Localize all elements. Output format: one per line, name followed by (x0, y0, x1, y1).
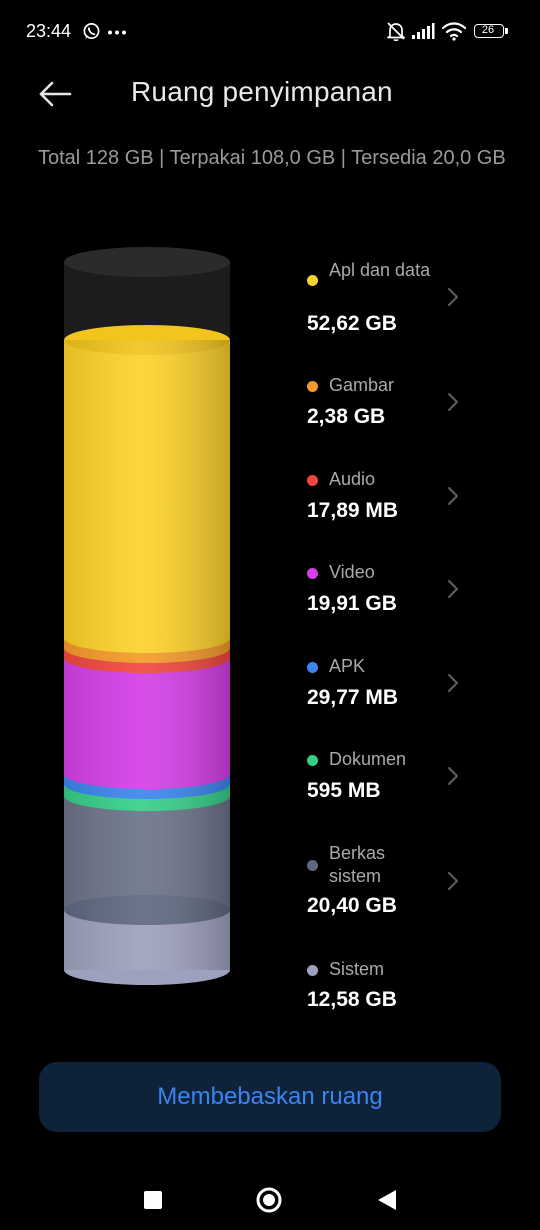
category-size: 52,62 GB (307, 312, 397, 335)
legend-item-apl-dan-data[interactable]: Apl dan data 52,62 GB (300, 258, 540, 338)
category-label: Audio (329, 469, 376, 489)
chevron-right-icon (448, 767, 458, 785)
category-size: 12,58 GB (307, 988, 397, 1011)
category-label: Gambar (329, 375, 395, 395)
color-dot (307, 275, 318, 286)
color-dot (307, 860, 318, 871)
legend-item-audio[interactable]: Audio 17,89 MB (300, 469, 540, 529)
storage-cylinder-chart (64, 247, 230, 985)
battery-level: 26 (481, 24, 495, 36)
mute-bell-icon (387, 22, 405, 41)
back-button[interactable] (32, 74, 80, 114)
battery-icon: 26 (474, 24, 508, 38)
cylinder-top (64, 247, 230, 277)
color-dot (307, 965, 318, 976)
category-size: 17,89 MB (307, 499, 399, 522)
legend-item-apk[interactable]: APK 29,77 MB (300, 656, 540, 716)
category-label: Apl dan data (329, 260, 431, 280)
recents-button[interactable] (137, 1184, 169, 1216)
status-bar: 23:44 26 (0, 0, 540, 64)
color-dot (307, 755, 318, 766)
free-up-space-button[interactable]: Membebaskan ruang (39, 1062, 501, 1132)
chevron-right-icon (448, 393, 458, 411)
home-circle-icon (256, 1187, 282, 1213)
chevron-right-icon (448, 288, 458, 306)
navigation-bar (0, 1170, 540, 1230)
more-dots-icon (108, 30, 126, 35)
category-size: 20,40 GB (307, 894, 397, 917)
chevron-right-icon (448, 487, 458, 505)
legend-item-sistem: Sistem 12,58 GB (300, 959, 540, 1019)
nav-back-button[interactable] (370, 1184, 402, 1216)
chevron-right-icon (448, 674, 458, 692)
chevron-right-icon (448, 872, 458, 890)
category-label: Berkas sistem (329, 843, 386, 886)
category-label: APK (329, 656, 366, 676)
color-dot (307, 475, 318, 486)
free-up-space-label: Membebaskan ruang (157, 1083, 383, 1110)
category-size: 595 MB (307, 779, 381, 802)
home-button[interactable] (253, 1184, 285, 1216)
back-arrow-icon (39, 81, 72, 107)
page-title: Ruang penyimpanan (131, 76, 393, 107)
category-label: Video (329, 562, 375, 582)
category-size: 29,77 MB (307, 686, 399, 709)
chevron-right-icon (448, 580, 458, 598)
legend-item-video[interactable]: Video 19,91 GB (300, 562, 540, 622)
category-size: 19,91 GB (307, 592, 397, 615)
signal-icon (412, 23, 435, 39)
recents-square-icon (144, 1191, 162, 1209)
wifi-icon (441, 22, 467, 41)
legend-item-dokumen[interactable]: Dokumen 595 MB (300, 749, 540, 809)
legend-item-gambar[interactable]: Gambar 2,38 GB (300, 375, 540, 435)
cylinder-shading (64, 340, 230, 970)
status-time: 23:44 (26, 21, 72, 41)
header: Ruang penyimpanan (0, 64, 540, 124)
category-label: Dokumen (329, 749, 407, 769)
category-size: 2,38 GB (307, 405, 386, 428)
color-dot (307, 568, 318, 579)
storage-summary: Total 128 GB | Terpakai 108,0 GB | Terse… (38, 147, 506, 169)
whatsapp-icon (83, 23, 100, 40)
legend-item-berkas-sistem[interactable]: Berkas sistem 20,40 GB (300, 843, 540, 923)
back-triangle-icon (378, 1190, 396, 1210)
color-dot (307, 662, 318, 673)
color-dot (307, 381, 318, 392)
category-label: Sistem (329, 959, 385, 979)
